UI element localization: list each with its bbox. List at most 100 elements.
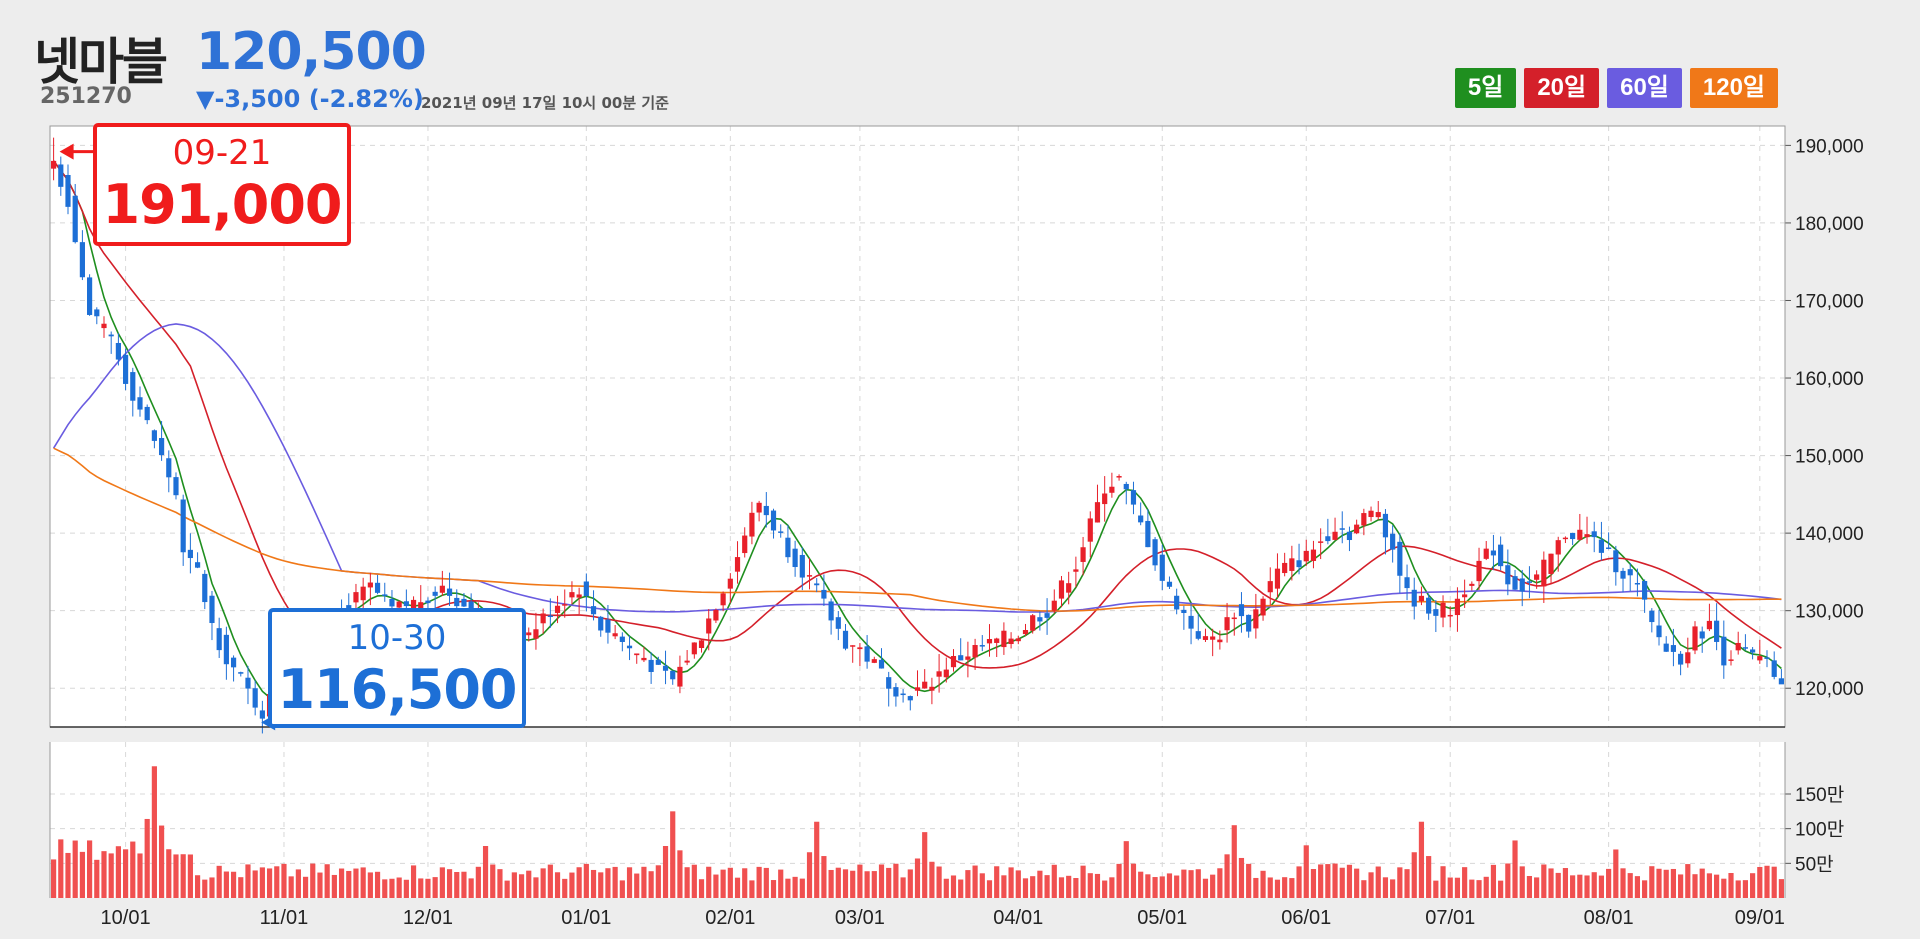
candle <box>641 657 647 661</box>
candle <box>1138 515 1144 523</box>
volume-bar <box>130 841 136 898</box>
candle <box>929 686 935 691</box>
volume-bar <box>180 854 186 898</box>
volume-bar <box>612 866 618 898</box>
candle <box>1238 604 1245 617</box>
volume-bar <box>1332 863 1338 898</box>
volume-bar <box>1361 880 1367 898</box>
candle <box>1051 600 1057 611</box>
volume-bar <box>1008 867 1014 898</box>
candle <box>1505 565 1511 585</box>
high-callout: 09-21 191,000 <box>93 123 351 246</box>
candle <box>1548 553 1554 574</box>
volume-bar <box>1145 874 1151 898</box>
volume-bar <box>266 868 273 898</box>
volume-bar <box>749 880 755 898</box>
candle <box>770 510 777 531</box>
candle <box>1094 502 1101 523</box>
candle <box>1080 547 1086 562</box>
vol-tick-label: 100만 <box>1795 819 1844 841</box>
candle <box>1202 636 1209 640</box>
volume-bar <box>281 863 287 898</box>
volume-bar <box>1418 821 1425 898</box>
volume-bar <box>238 877 244 898</box>
candle <box>526 632 532 636</box>
volume-bar <box>821 856 827 898</box>
y-tick-label: 150,000 <box>1795 447 1864 468</box>
volume-bar <box>504 880 510 898</box>
volume-bar <box>814 821 820 898</box>
volume-bar <box>1224 854 1230 898</box>
volume-bar <box>698 879 705 898</box>
candle <box>1663 643 1669 652</box>
volume-bar <box>619 880 625 898</box>
volume-bar <box>1613 849 1619 898</box>
volume-bar <box>1642 880 1648 898</box>
x-tick-label: 08/01 <box>1584 907 1634 929</box>
candle <box>1613 550 1619 573</box>
candle <box>87 277 93 315</box>
volume-bar <box>1210 874 1216 898</box>
candle <box>108 334 114 337</box>
volume-bar <box>864 871 870 898</box>
candle <box>1152 539 1158 566</box>
volume-bar <box>1116 863 1122 898</box>
volume-bar <box>1217 868 1223 898</box>
candle <box>986 638 993 644</box>
volume-bar <box>187 854 193 898</box>
volume-bar <box>1555 872 1561 898</box>
volume-bar <box>216 865 222 898</box>
candle <box>1642 581 1648 600</box>
volume-bar <box>173 854 179 898</box>
volume-bar <box>1728 873 1734 898</box>
candle <box>1764 657 1770 659</box>
candle <box>806 575 813 577</box>
volume-bar <box>122 849 129 898</box>
candle <box>1411 589 1417 607</box>
candle <box>792 548 798 568</box>
volume-bar <box>58 839 64 898</box>
volume-bar <box>108 853 114 898</box>
candle <box>1476 560 1482 582</box>
volume-bar <box>331 874 337 898</box>
volume-bar <box>101 851 107 898</box>
volume-bar <box>475 866 481 898</box>
candle <box>835 617 841 629</box>
candle <box>1174 595 1180 610</box>
candle <box>1498 544 1504 567</box>
y-tick-label: 140,000 <box>1795 524 1864 545</box>
candle <box>115 342 121 360</box>
volume-bar <box>936 866 942 898</box>
candle <box>216 628 222 651</box>
candle <box>101 323 107 329</box>
volume-bar <box>1440 866 1446 898</box>
candle <box>252 688 258 708</box>
candle <box>1699 631 1705 639</box>
candle <box>727 578 733 589</box>
volume-bar <box>1404 869 1410 898</box>
volume-bar <box>1606 868 1612 898</box>
volume-bar <box>1490 864 1497 898</box>
volume-bar <box>324 864 330 898</box>
volume-bar <box>922 832 928 898</box>
candle <box>1195 631 1201 639</box>
volume-bar <box>274 866 280 898</box>
volume-bar <box>1253 877 1259 898</box>
volume-bar <box>1771 866 1777 898</box>
candle <box>446 588 453 596</box>
low-date: 10-30 <box>347 618 447 658</box>
candle <box>144 406 150 421</box>
volume-bar <box>72 840 78 898</box>
volume-bar <box>1037 870 1043 898</box>
candle <box>1591 531 1597 538</box>
candle <box>209 595 215 624</box>
candle <box>1166 581 1173 587</box>
candle <box>893 687 899 697</box>
candle <box>670 670 676 680</box>
volume-bar <box>655 865 661 898</box>
volume-bar <box>943 878 949 898</box>
candle <box>958 655 964 661</box>
candle <box>619 636 625 642</box>
candle <box>1634 582 1641 585</box>
volume-bar <box>950 875 957 898</box>
